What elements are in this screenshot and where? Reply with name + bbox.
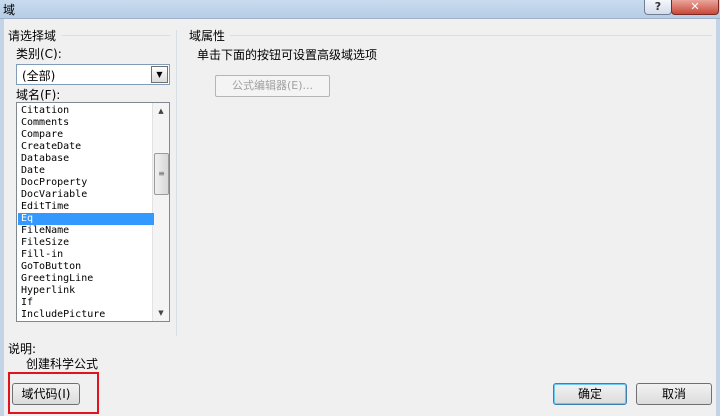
list-item[interactable]: EditTime <box>18 201 154 213</box>
group-divider <box>62 35 170 36</box>
close-icon: ✕ <box>690 0 700 13</box>
scroll-up-icon[interactable]: ▲ <box>153 103 169 119</box>
field-properties-group-title: 域属性 <box>189 29 226 43</box>
list-item[interactable]: Citation <box>18 105 154 117</box>
category-combobox[interactable]: (全部) ▼ <box>16 64 170 85</box>
list-item[interactable]: GreetingLine <box>18 273 154 285</box>
instruction-text: 单击下面的按钮可设置高级域选项 <box>197 48 378 62</box>
help-icon: ? <box>654 0 662 13</box>
select-field-group-title: 请选择域 <box>8 29 57 43</box>
list-item[interactable]: Date <box>18 165 154 177</box>
cancel-button[interactable]: 取消 <box>636 383 712 405</box>
scroll-thumb[interactable]: ≡ <box>154 153 169 195</box>
window-frame-left <box>0 19 4 416</box>
ok-button[interactable]: 确定 <box>553 383 627 405</box>
group-divider <box>230 35 712 36</box>
help-button[interactable]: ? <box>644 0 672 15</box>
dropdown-arrow-icon[interactable]: ▼ <box>151 66 168 83</box>
list-item[interactable]: DocVariable <box>18 189 154 201</box>
category-label: 类别(C): <box>16 47 62 61</box>
listbox-scrollbar[interactable]: ▲ ≡ ▼ <box>152 103 169 321</box>
category-value: (全部) <box>22 69 56 83</box>
list-item[interactable]: FileSize <box>18 237 154 249</box>
close-button[interactable]: ✕ <box>671 0 719 15</box>
scroll-down-icon[interactable]: ▼ <box>153 305 169 321</box>
field-name-label: 域名(F): <box>16 88 61 102</box>
list-item[interactable]: GoToButton <box>18 261 154 273</box>
list-item[interactable]: DocProperty <box>18 177 154 189</box>
list-item[interactable]: Database <box>18 153 154 165</box>
field-name-listbox[interactable]: ▲ ≡ ▼ Citation Comments Compare CreateDate D… <box>16 102 170 322</box>
title-bar: 域 ? ✕ <box>0 0 720 19</box>
list-item[interactable]: If <box>18 297 154 309</box>
window-frame-right <box>716 19 720 416</box>
list-item[interactable]: Fill-in <box>18 249 154 261</box>
list-item[interactable]: CreateDate <box>18 141 154 153</box>
panel-separator <box>176 30 177 336</box>
list-item[interactable]: FileName <box>18 225 154 237</box>
formula-editor-button[interactable]: 公式编辑器(E)... <box>215 75 330 97</box>
description-text: 创建科学公式 <box>26 357 99 371</box>
window-title: 域 <box>3 3 16 17</box>
list-item[interactable]: Hyperlink <box>18 285 154 297</box>
list-item[interactable]: Compare <box>18 129 154 141</box>
red-highlight-box <box>8 372 99 414</box>
list-item[interactable]: Comments <box>18 117 154 129</box>
list-item[interactable]: IncludePicture <box>18 309 154 321</box>
list-item[interactable]: Eq <box>18 213 154 225</box>
